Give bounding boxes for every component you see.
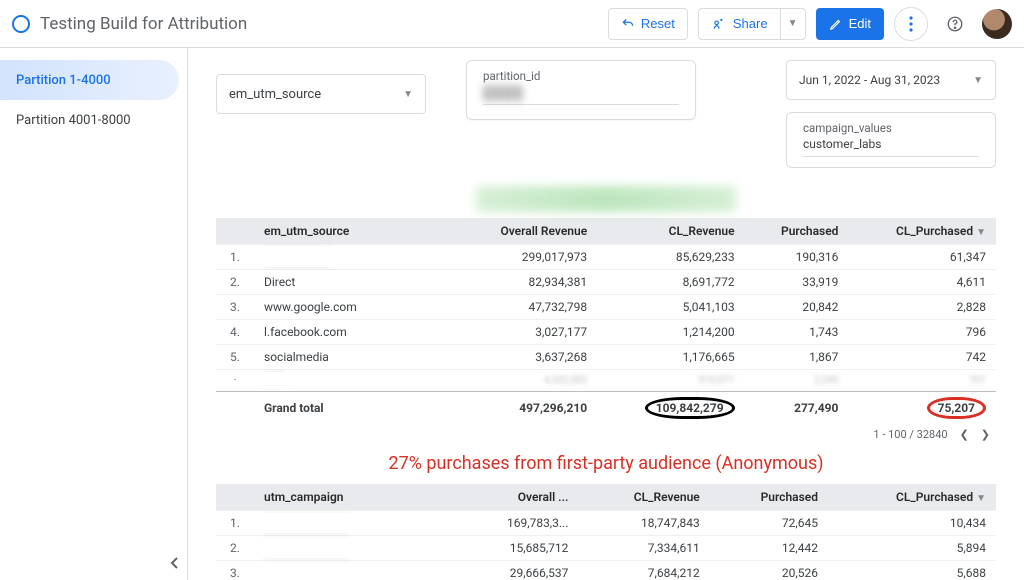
- table1-pager: 1 - 100 / 32840 ❮ ❯: [216, 424, 996, 449]
- share-icon: [711, 17, 727, 31]
- edit-button[interactable]: Edit: [816, 8, 884, 40]
- table-row: 3.██████████29,666,5377,684,21220,5265,6…: [216, 561, 996, 580]
- date-range-value: Jun 1, 2022 - Aug 31, 2023: [799, 73, 940, 87]
- col-clrev[interactable]: CL_Revenue: [597, 218, 744, 245]
- table-grand-total: Grand total 497,296,210 109,842,279 277,…: [216, 392, 996, 425]
- chevron-left-icon: [170, 556, 180, 570]
- report-canvas: em_utm_source ▼ partition_id Jun 1, 2022…: [188, 48, 1024, 580]
- undo-icon: [621, 17, 635, 31]
- cv-value[interactable]: customer_labs: [803, 137, 979, 157]
- table-row: 1.██████████169,783,3...18,747,84372,645…: [216, 511, 996, 536]
- col-clpurchased[interactable]: CL_Purchased ▼: [848, 218, 996, 245]
- annotation-text: 27% purchases from first-party audience …: [216, 453, 996, 474]
- pager-text: 1 - 100 / 32840: [873, 428, 947, 441]
- sidebar: Partition 1-4000 Partition 4001-8000: [0, 48, 188, 580]
- help-button[interactable]: [938, 7, 972, 41]
- date-range-select[interactable]: Jun 1, 2022 - Aug 31, 2023 ▼: [786, 60, 996, 100]
- reset-label: Reset: [641, 16, 675, 31]
- partition-card: partition_id: [466, 60, 696, 120]
- col-purchased[interactable]: Purchased: [745, 218, 849, 245]
- redacted-banner: [476, 186, 736, 212]
- share-label: Share: [733, 16, 768, 31]
- source-table: em_utm_source Overall Revenue CL_Revenue…: [216, 218, 996, 424]
- col-campaign[interactable]: utm_campaign: [254, 484, 454, 511]
- more-vert-icon: [909, 16, 913, 32]
- share-dropdown[interactable]: ▼: [780, 8, 806, 40]
- col-clrev2[interactable]: CL_Revenue: [578, 484, 709, 511]
- source-select-value: em_utm_source: [229, 87, 321, 102]
- col-overall2[interactable]: Overall ...: [454, 484, 578, 511]
- chevron-down-icon: ▼: [403, 89, 413, 100]
- chevron-down-icon: ▼: [788, 18, 798, 29]
- pencil-icon: [829, 17, 843, 31]
- cv-label: campaign_values: [803, 121, 979, 135]
- table-row: 5.socialmedia3,637,2681,176,6651,867742: [216, 345, 996, 370]
- sidebar-item-label: Partition 4001-8000: [16, 113, 131, 128]
- chevron-down-icon: ▼: [973, 75, 983, 86]
- account-avatar[interactable]: [982, 9, 1012, 39]
- col-purchased2[interactable]: Purchased: [710, 484, 828, 511]
- table-row: 2.██████████15,685,7127,334,61112,4425,8…: [216, 536, 996, 561]
- more-menu-button[interactable]: [894, 7, 928, 41]
- campaign-table: utm_campaign Overall ... CL_Revenue Purc…: [216, 484, 996, 580]
- campaign-values-card: campaign_values customer_labs: [786, 112, 996, 168]
- highlight-cl-purchased: 75,207: [927, 397, 986, 419]
- sort-desc-icon: ▼: [976, 493, 986, 504]
- app-logo-icon: [12, 15, 30, 33]
- edit-label: Edit: [849, 16, 871, 31]
- sidebar-item-partition-1[interactable]: Partition 1-4000: [0, 60, 179, 100]
- share-button[interactable]: Share: [698, 8, 780, 40]
- table-row: 4.l.facebook.com3,027,1771,214,2001,7437…: [216, 320, 996, 345]
- sidebar-item-partition-2[interactable]: Partition 4001-8000: [0, 100, 179, 140]
- pager-prev[interactable]: ❮: [960, 428, 969, 441]
- col-overall[interactable]: Overall Revenue: [454, 218, 597, 245]
- collapse-sidebar-button[interactable]: [170, 556, 180, 570]
- source-select[interactable]: em_utm_source ▼: [216, 74, 426, 114]
- pager-next[interactable]: ❯: [981, 428, 990, 441]
- partition-value[interactable]: [483, 85, 679, 105]
- reset-button[interactable]: Reset: [608, 8, 688, 40]
- table-row: 3.www.google.com47,732,7985,041,10320,84…: [216, 295, 996, 320]
- col-clpurchased2[interactable]: CL_Purchased ▼: [828, 484, 996, 511]
- sort-desc-icon: ▼: [976, 227, 986, 238]
- share-button-group: Share ▼: [698, 8, 806, 40]
- partition-label: partition_id: [483, 69, 679, 83]
- help-icon: [946, 15, 964, 33]
- table-row: 1.████████299,017,97385,629,233190,31661…: [216, 245, 996, 270]
- col-source[interactable]: em_utm_source: [254, 218, 454, 245]
- top-bar: Testing Build for Attribution Reset Shar…: [0, 0, 1024, 48]
- table-row: 2.Direct82,934,3818,691,77233,9194,611: [216, 270, 996, 295]
- sidebar-item-label: Partition 1-4000: [16, 73, 111, 88]
- page-title: Testing Build for Attribution: [40, 14, 598, 34]
- table-row-cut: ·███4,322,502010,0712,245701: [216, 370, 996, 392]
- highlight-cl-revenue: 109,842,279: [645, 397, 735, 419]
